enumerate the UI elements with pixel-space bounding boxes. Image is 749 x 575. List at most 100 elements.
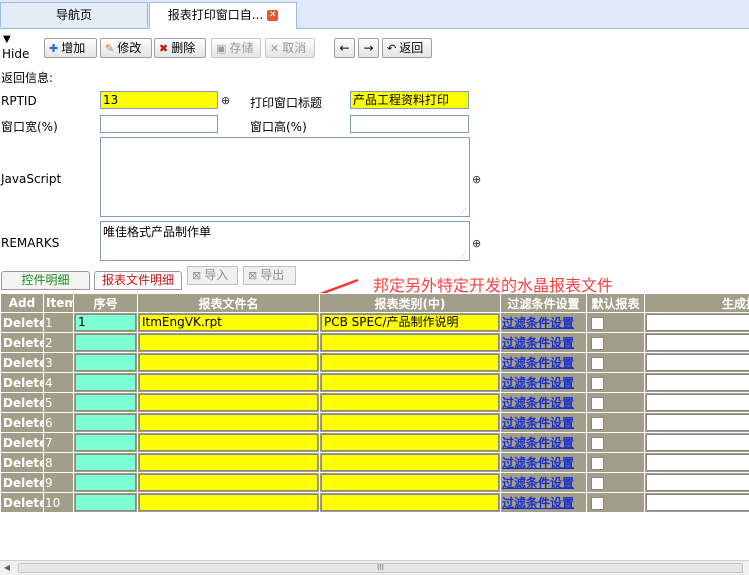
filter-settings-link[interactable]: 过滤条件设置 bbox=[502, 496, 574, 510]
generate-input[interactable] bbox=[646, 494, 749, 511]
file-cell bbox=[138, 493, 320, 513]
row-delete-link[interactable]: Delete bbox=[1, 413, 44, 433]
row-delete-link[interactable]: Delete bbox=[1, 453, 44, 473]
filter-cell: 过滤条件设置 bbox=[501, 433, 587, 453]
report-file-input[interactable] bbox=[139, 354, 318, 371]
row-delete-link[interactable]: Delete bbox=[1, 353, 44, 373]
report-file-input[interactable] bbox=[139, 494, 318, 511]
default-report-checkbox[interactable] bbox=[591, 437, 604, 450]
report-category-input[interactable] bbox=[321, 454, 499, 471]
generate-input[interactable] bbox=[646, 374, 749, 391]
table-row: Delete4过滤条件设置 bbox=[1, 373, 749, 393]
generate-input[interactable] bbox=[646, 394, 749, 411]
seq-input[interactable] bbox=[75, 394, 136, 411]
row-delete-link[interactable]: Delete bbox=[1, 433, 44, 453]
filter-settings-link[interactable]: 过滤条件设置 bbox=[502, 356, 574, 370]
default-cell bbox=[587, 453, 645, 473]
seq-input[interactable] bbox=[75, 354, 136, 371]
seq-input[interactable] bbox=[75, 414, 136, 431]
report-file-grid: Add Item 序号 报表文件名 报表类别(中) 过滤条件设置 默认报表 生成… bbox=[0, 293, 749, 513]
report-file-input[interactable] bbox=[139, 374, 318, 391]
generate-input[interactable] bbox=[646, 334, 749, 351]
scrollbar-grip: III bbox=[377, 563, 384, 572]
generate-cell bbox=[645, 313, 749, 333]
filter-cell: 过滤条件设置 bbox=[501, 453, 587, 473]
seq-cell bbox=[74, 373, 138, 393]
report-category-input[interactable] bbox=[321, 494, 499, 511]
row-delete-link[interactable]: Delete bbox=[1, 473, 44, 493]
table-row: Delete9过滤条件设置 bbox=[1, 473, 749, 493]
filter-settings-link[interactable]: 过滤条件设置 bbox=[502, 456, 574, 470]
report-file-input[interactable] bbox=[139, 474, 318, 491]
seq-input[interactable] bbox=[75, 374, 136, 391]
seq-input[interactable] bbox=[75, 334, 136, 351]
report-category-input[interactable] bbox=[321, 374, 499, 391]
seq-input[interactable]: 1 bbox=[75, 314, 136, 331]
report-category-input[interactable]: PCB SPEC/产品制作说明 bbox=[321, 314, 499, 331]
default-cell bbox=[587, 473, 645, 493]
category-cell bbox=[320, 473, 501, 493]
scroll-left-icon[interactable]: ◀ bbox=[0, 561, 14, 575]
row-delete-link[interactable]: Delete bbox=[1, 313, 44, 333]
filter-settings-link[interactable]: 过滤条件设置 bbox=[502, 476, 574, 490]
report-category-input[interactable] bbox=[321, 414, 499, 431]
row-delete-link[interactable]: Delete bbox=[1, 393, 44, 413]
category-cell bbox=[320, 353, 501, 373]
category-cell bbox=[320, 373, 501, 393]
default-report-checkbox[interactable] bbox=[591, 497, 604, 510]
table-row: Delete11ItmEngVK.rptPCB SPEC/产品制作说明过滤条件设… bbox=[1, 313, 749, 333]
report-file-input[interactable]: ItmEngVK.rpt bbox=[139, 314, 318, 331]
report-file-input[interactable] bbox=[139, 454, 318, 471]
seq-input[interactable] bbox=[75, 494, 136, 511]
default-report-checkbox[interactable] bbox=[591, 357, 604, 370]
row-delete-link[interactable]: Delete bbox=[1, 333, 44, 353]
filter-settings-link[interactable]: 过滤条件设置 bbox=[502, 316, 574, 330]
generate-input[interactable] bbox=[646, 474, 749, 491]
row-item-number: 7 bbox=[44, 433, 74, 453]
seq-input[interactable] bbox=[75, 454, 136, 471]
default-cell bbox=[587, 393, 645, 413]
report-file-input[interactable] bbox=[139, 434, 318, 451]
report-file-input[interactable] bbox=[139, 394, 318, 411]
default-report-checkbox[interactable] bbox=[591, 417, 604, 430]
default-report-checkbox[interactable] bbox=[591, 477, 604, 490]
file-cell bbox=[138, 353, 320, 373]
column-header: 默认报表 bbox=[587, 294, 645, 313]
row-delete-link[interactable]: Delete bbox=[1, 373, 44, 393]
report-category-input[interactable] bbox=[321, 474, 499, 491]
report-category-input[interactable] bbox=[321, 394, 499, 411]
file-cell bbox=[138, 333, 320, 353]
grid-body: Delete11ItmEngVK.rptPCB SPEC/产品制作说明过滤条件设… bbox=[1, 313, 749, 513]
default-report-checkbox[interactable] bbox=[591, 397, 604, 410]
seq-input[interactable] bbox=[75, 434, 136, 451]
scrollbar-thumb[interactable]: III bbox=[18, 563, 743, 573]
report-file-input[interactable] bbox=[139, 334, 318, 351]
report-file-input[interactable] bbox=[139, 414, 318, 431]
table-row: Delete2过滤条件设置 bbox=[1, 333, 749, 353]
default-report-checkbox[interactable] bbox=[591, 337, 604, 350]
report-category-input[interactable] bbox=[321, 434, 499, 451]
seq-cell: 1 bbox=[74, 313, 138, 333]
default-report-checkbox[interactable] bbox=[591, 317, 604, 330]
report-category-input[interactable] bbox=[321, 354, 499, 371]
add-row-button[interactable]: Add bbox=[1, 294, 44, 313]
default-report-checkbox[interactable] bbox=[591, 377, 604, 390]
column-header: 序号 bbox=[74, 294, 138, 313]
category-cell bbox=[320, 493, 501, 513]
filter-settings-link[interactable]: 过滤条件设置 bbox=[502, 396, 574, 410]
filter-settings-link[interactable]: 过滤条件设置 bbox=[502, 436, 574, 450]
horizontal-scrollbar[interactable]: ◀ III bbox=[0, 560, 749, 575]
seq-input[interactable] bbox=[75, 474, 136, 491]
column-header: 报表文件名 bbox=[138, 294, 320, 313]
report-category-input[interactable] bbox=[321, 334, 499, 351]
generate-input[interactable] bbox=[646, 454, 749, 471]
row-delete-link[interactable]: Delete bbox=[1, 493, 44, 513]
generate-input[interactable] bbox=[646, 314, 749, 331]
filter-settings-link[interactable]: 过滤条件设置 bbox=[502, 336, 574, 350]
default-report-checkbox[interactable] bbox=[591, 457, 604, 470]
filter-settings-link[interactable]: 过滤条件设置 bbox=[502, 376, 574, 390]
generate-input[interactable] bbox=[646, 434, 749, 451]
generate-input[interactable] bbox=[646, 414, 749, 431]
filter-settings-link[interactable]: 过滤条件设置 bbox=[502, 416, 574, 430]
generate-input[interactable] bbox=[646, 354, 749, 371]
